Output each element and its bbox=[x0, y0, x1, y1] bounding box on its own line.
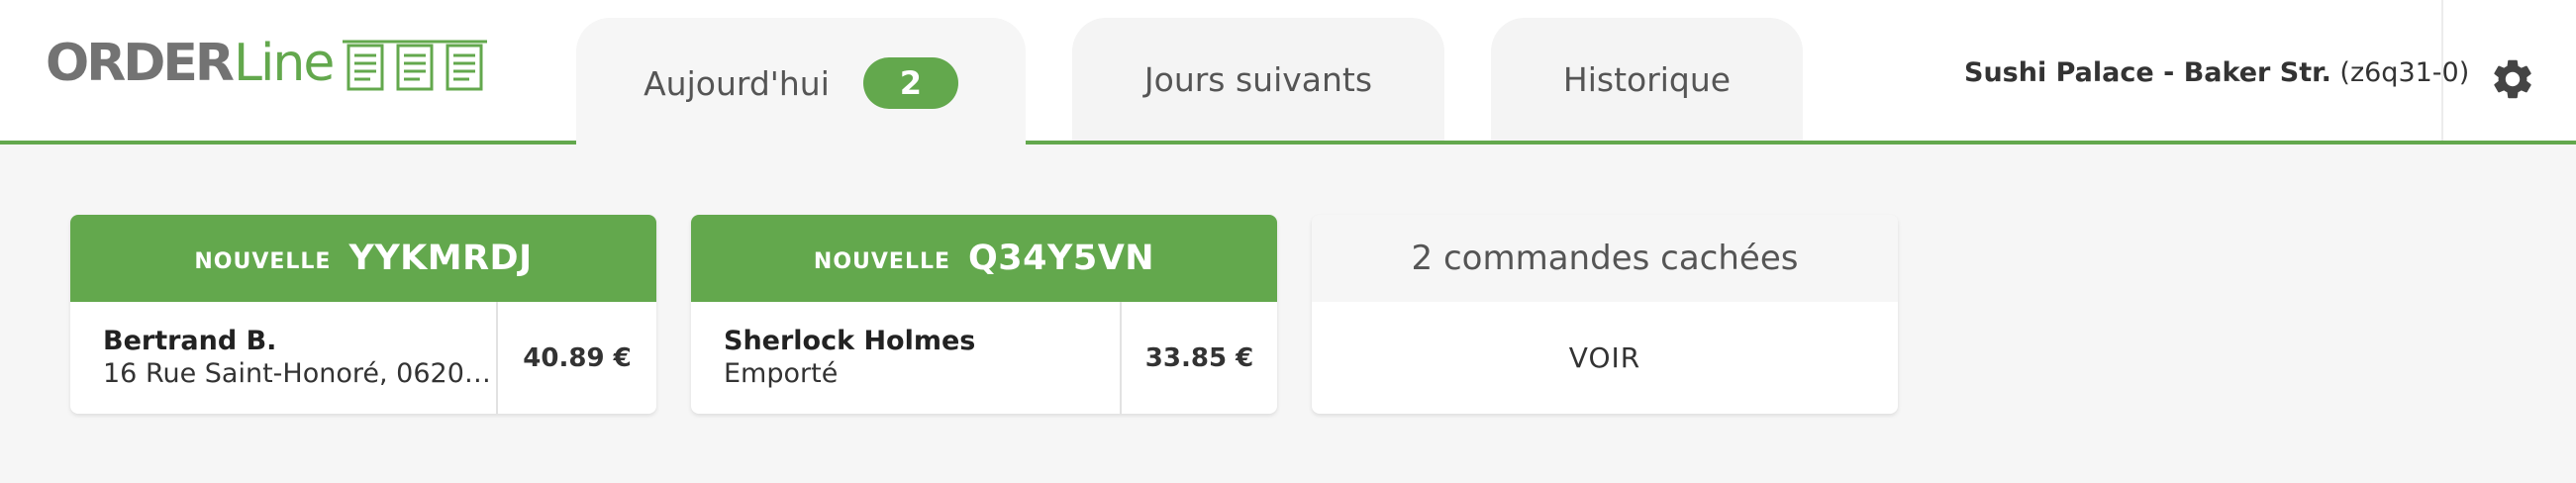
order-card-body: Bertrand B. 16 Rue Saint-Honoré, 06200 …… bbox=[70, 302, 656, 414]
hidden-orders-title: 2 commandes cachées bbox=[1312, 215, 1898, 302]
delivery-address: 16 Rue Saint-Honoré, 06200 … bbox=[103, 358, 496, 389]
order-price: 33.85 € bbox=[1144, 342, 1254, 373]
app-header: ORDER Line Aujourd'hui 2 Jours suivants … bbox=[0, 0, 2576, 148]
tab-next-days-label: Jours suivants bbox=[1143, 59, 1373, 99]
customer-name: Sherlock Holmes bbox=[724, 326, 976, 356]
tab-today-label: Aujourd'hui bbox=[644, 63, 830, 103]
order-card-header: NOUVELLE Q34Y5VN bbox=[691, 215, 1277, 302]
order-tickets-icon bbox=[343, 40, 488, 91]
tab-history[interactable]: Historique bbox=[1491, 18, 1803, 141]
header-divider bbox=[2441, 0, 2443, 141]
order-code: YYKMRDJ bbox=[348, 239, 533, 278]
store-name: Sushi Palace - Baker Str. bbox=[1964, 57, 2331, 88]
order-card-body: Sherlock Holmes Emporté 33.85 € bbox=[691, 302, 1277, 414]
tab-next-days[interactable]: Jours suivants bbox=[1072, 18, 1444, 141]
order-mode: Emporté bbox=[724, 358, 839, 389]
order-info: Sherlock Holmes Emporté bbox=[691, 302, 1122, 414]
order-status: NOUVELLE bbox=[194, 248, 332, 274]
today-count-badge: 2 bbox=[862, 57, 958, 109]
hidden-orders-card: 2 commandes cachées VOIR bbox=[1312, 215, 1898, 414]
order-price: 40.89 € bbox=[523, 342, 632, 373]
order-info: Bertrand B. 16 Rue Saint-Honoré, 06200 … bbox=[70, 302, 498, 414]
logo-text-order: ORDER bbox=[46, 34, 235, 93]
show-hidden-orders-button[interactable]: VOIR bbox=[1312, 302, 1898, 414]
order-status: NOUVELLE bbox=[813, 248, 951, 274]
tab-today[interactable]: Aujourd'hui 2 bbox=[576, 18, 1026, 148]
tab-history-label: Historique bbox=[1562, 59, 1732, 99]
order-card-header: NOUVELLE YYKMRDJ bbox=[70, 215, 656, 302]
order-code: Q34Y5VN bbox=[968, 239, 1155, 278]
order-card[interactable]: NOUVELLE Q34Y5VN Sherlock Holmes Emporté… bbox=[691, 215, 1277, 414]
store-code: (z6q31-0) bbox=[2339, 57, 2470, 88]
logo-text-line: Line bbox=[233, 34, 335, 93]
store-info: Sushi Palace - Baker Str. (z6q31-0) bbox=[1964, 57, 2469, 88]
customer-name: Bertrand B. bbox=[103, 326, 277, 356]
order-card[interactable]: NOUVELLE YYKMRDJ Bertrand B. 16 Rue Sain… bbox=[70, 215, 656, 414]
orderline-logo: ORDER Line bbox=[46, 34, 489, 97]
gear-icon[interactable] bbox=[2489, 55, 2536, 103]
